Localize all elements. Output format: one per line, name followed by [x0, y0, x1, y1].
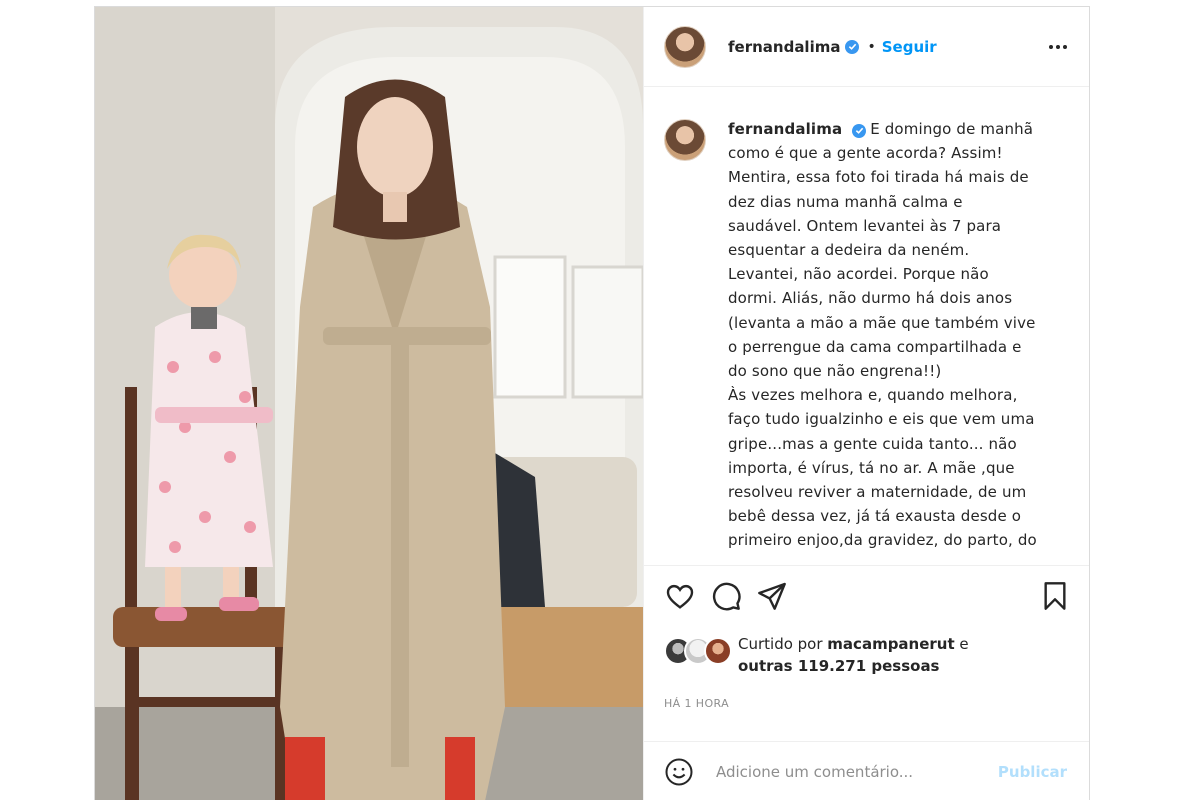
comment-bar: Publicar	[644, 741, 1089, 800]
caption-username[interactable]: fernandalima	[728, 120, 842, 138]
publish-button[interactable]: Publicar	[998, 763, 1067, 781]
caption-verified-icon	[852, 123, 867, 138]
header-username[interactable]: fernandalima	[728, 38, 840, 56]
instagram-post: fernandalima • Seguir fernandalima E dom…	[94, 6, 1090, 800]
likes-user[interactable]: macampanerut	[827, 635, 954, 653]
likes-others[interactable]: outras 119.271 pessoas	[738, 657, 940, 675]
emoji-icon[interactable]	[664, 757, 694, 787]
caption-avatar[interactable]	[664, 119, 706, 161]
photo-illustration	[95, 7, 643, 800]
liker-avatar	[704, 637, 732, 665]
caption: fernandalima E domingo de manhã como é q…	[728, 117, 1038, 565]
header-separator: •	[867, 38, 876, 55]
share-icon[interactable]	[756, 580, 788, 612]
heart-icon[interactable]	[664, 580, 696, 612]
post-header: fernandalima • Seguir	[644, 7, 1089, 87]
comment-input[interactable]	[716, 762, 998, 781]
follow-button[interactable]: Seguir	[882, 38, 937, 56]
likes-prefix: Curtido por	[738, 635, 828, 653]
comment-icon[interactable]	[710, 580, 742, 612]
likes-middle: e	[954, 635, 969, 653]
caption-text: E domingo de manhã como é que a gente ac…	[728, 120, 1037, 550]
caption-area: fernandalima E domingo de manhã como é q…	[644, 87, 1089, 565]
verified-icon	[845, 39, 860, 54]
likes-text[interactable]: Curtido por macampanerut e outras 119.27…	[738, 633, 969, 677]
liker-avatars[interactable]	[664, 637, 736, 667]
bookmark-icon[interactable]	[1039, 580, 1071, 612]
likes-section: Curtido por macampanerut e outras 119.27…	[664, 633, 969, 677]
post-photo[interactable]	[95, 7, 643, 800]
post-timestamp[interactable]: Há 1 hora	[664, 697, 729, 710]
post-side-panel: fernandalima • Seguir fernandalima E dom…	[643, 7, 1089, 800]
header-avatar[interactable]	[664, 25, 706, 68]
action-bar	[644, 565, 1089, 625]
more-options-icon[interactable]	[1043, 39, 1073, 55]
